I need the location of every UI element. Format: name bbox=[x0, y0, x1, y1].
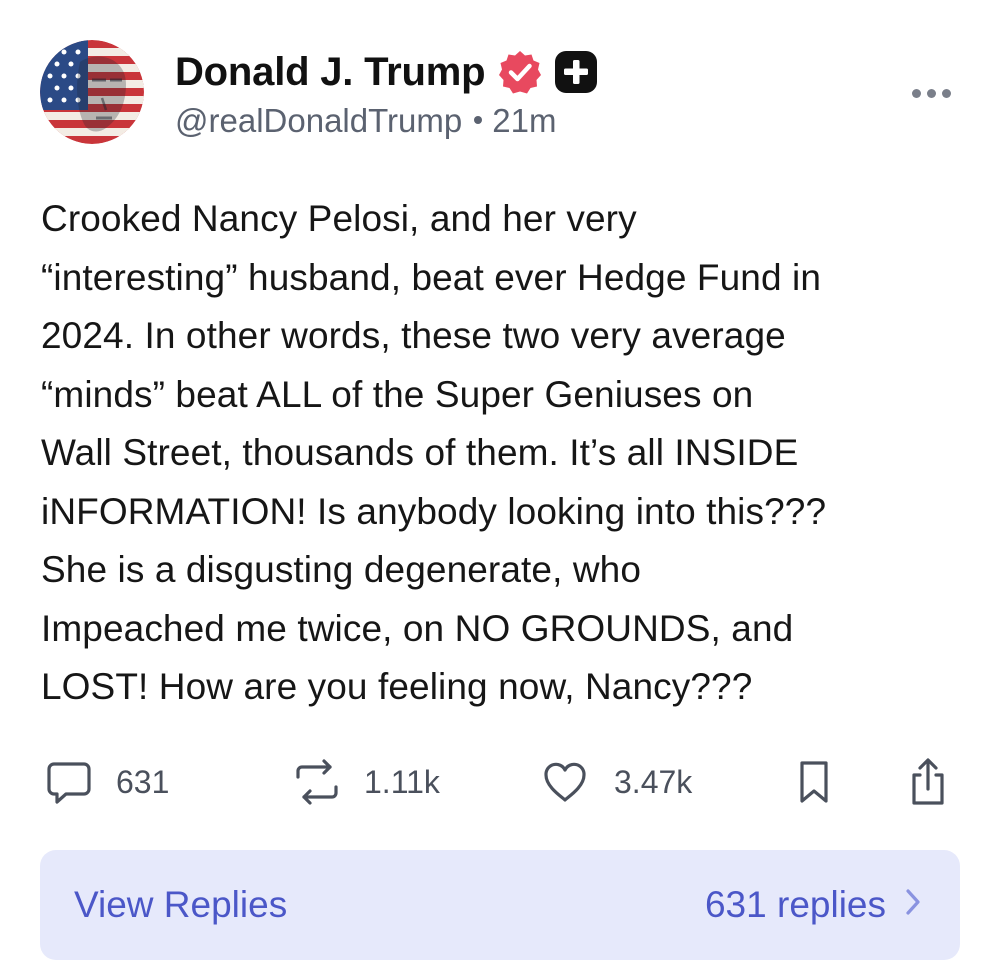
replies-count-text: 631 replies bbox=[704, 884, 886, 925]
like-count: 3.47k bbox=[614, 763, 693, 800]
post-action-bar: 631 1.11k 3.47k bbox=[0, 752, 1000, 812]
plus-square-icon bbox=[553, 49, 599, 95]
heart-icon bbox=[540, 757, 590, 807]
share-button[interactable] bbox=[906, 752, 950, 812]
comment-icon bbox=[44, 757, 94, 807]
separator-dot bbox=[474, 116, 483, 125]
repost-button[interactable]: 1.11k bbox=[290, 752, 440, 812]
more-dot bbox=[926, 88, 936, 98]
author-meta-row: @realDonaldTrump 21m bbox=[175, 102, 556, 140]
chevron-right-icon bbox=[904, 884, 922, 926]
reply-button[interactable]: 631 bbox=[44, 752, 169, 812]
repost-icon bbox=[290, 757, 344, 807]
reply-count: 631 bbox=[116, 763, 170, 800]
author-display-name[interactable]: Donald J. Trump bbox=[175, 50, 486, 95]
post-body-text: Crooked Nancy Pelosi, and her very “inte… bbox=[41, 198, 827, 707]
more-options-button[interactable] bbox=[906, 78, 956, 108]
more-horizontal-icon bbox=[911, 88, 921, 98]
verified-check-icon bbox=[497, 49, 543, 95]
repost-count: 1.11k bbox=[364, 763, 440, 800]
author-handle[interactable]: @realDonaldTrump bbox=[175, 102, 462, 139]
view-replies-label: View Replies bbox=[74, 884, 288, 925]
bookmark-button[interactable] bbox=[796, 752, 832, 812]
author-name-row: Donald J. Trump bbox=[175, 46, 599, 98]
more-dot bbox=[941, 88, 951, 98]
replies-count-group: 631 replies bbox=[705, 850, 922, 960]
flag-portrait-avatar-icon bbox=[40, 40, 144, 144]
bookmark-icon bbox=[796, 757, 832, 807]
avatar[interactable] bbox=[40, 40, 144, 144]
post-timestamp[interactable]: 21m bbox=[492, 102, 556, 139]
like-button[interactable]: 3.47k bbox=[540, 752, 692, 812]
share-icon bbox=[906, 757, 950, 807]
view-replies-button[interactable]: View Replies 631 replies bbox=[40, 850, 960, 960]
